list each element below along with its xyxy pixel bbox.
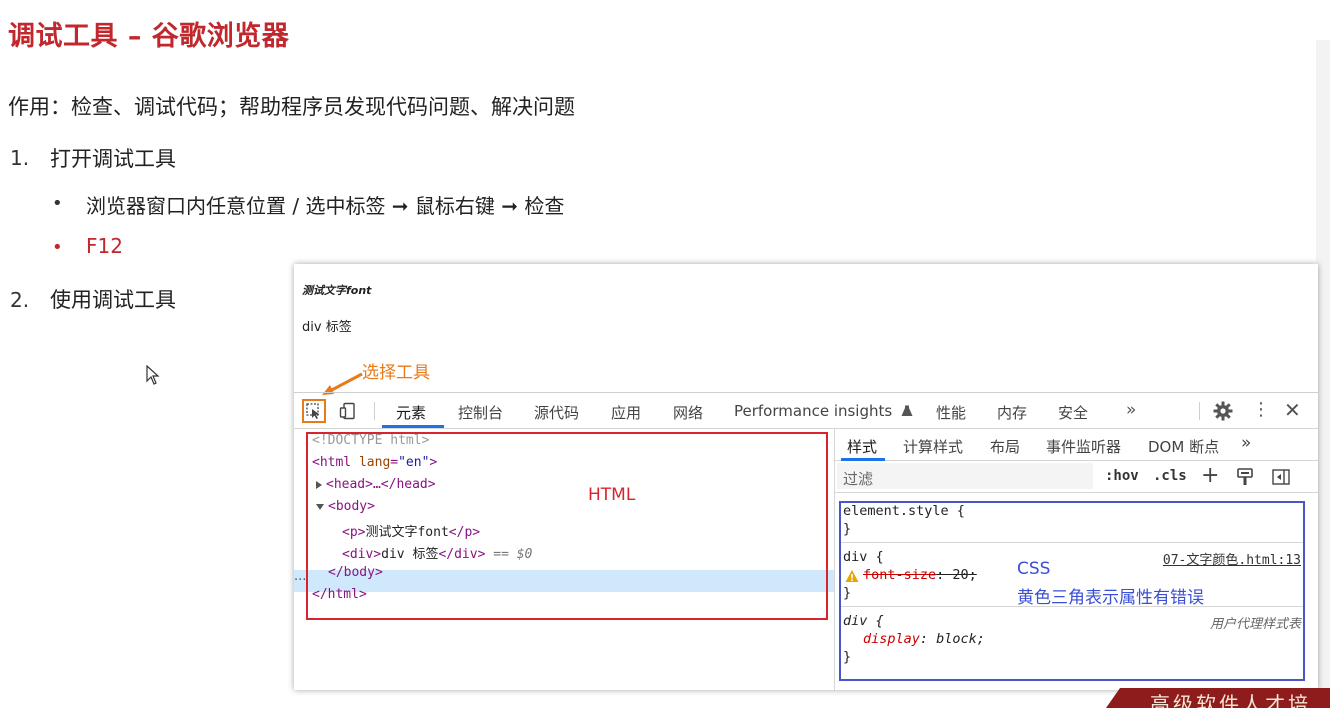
element-style-open[interactable]: element.style { — [843, 503, 965, 519]
tab-performance[interactable]: 性能 — [936, 402, 966, 423]
rule-divider — [841, 542, 1303, 543]
step-number-2: 2. — [10, 288, 30, 312]
tab-application[interactable]: 应用 — [611, 402, 641, 423]
div-rule-close: } — [843, 585, 852, 601]
display-property: display — [863, 631, 920, 647]
step-label-2: 使用调试工具 — [50, 288, 176, 312]
flask-icon — [901, 405, 913, 416]
bad-value: : 20; — [936, 567, 977, 583]
tab-elements[interactable]: 元素 — [396, 402, 426, 423]
toolbar-divider — [374, 402, 375, 420]
scrollbar-edge[interactable] — [1316, 40, 1330, 688]
active-tab-indicator — [382, 425, 444, 428]
elements-tree: ··· <!DOCTYPE html> <html lang="en"> <he… — [294, 429, 834, 690]
devtools-tabbar: 元素 控制台 源代码 应用 网络 Performance insights 性能… — [294, 393, 1318, 429]
styles-filter-input[interactable] — [837, 463, 1093, 489]
ua-div-rule-open: div { — [843, 613, 884, 629]
css-annotation: CSS — [1017, 559, 1051, 579]
styles-filter-row: 过滤 :hov .cls + — [835, 461, 1318, 493]
css-highlight-box: element.style { } div { 07-文字颜色.html:13 … — [839, 501, 1305, 681]
css-error-annotation: 黄色三角表示属性有错误 — [1017, 588, 1204, 608]
bullet-text-2: F12 — [86, 234, 123, 258]
more-subtabs-button[interactable]: » — [1241, 433, 1251, 453]
subtab-dom-breakpoints[interactable]: DOM 断点 — [1148, 436, 1219, 457]
bad-property: font-size — [863, 567, 937, 583]
devtools-screenshot: 测试文字font div 标签 选择工具 元素 控制台 源代码 应用 网络 Pe… — [294, 264, 1318, 690]
kebab-menu-icon[interactable]: ⋮ — [1252, 399, 1270, 420]
bullet-marker-2: • — [52, 237, 63, 258]
display-value: : block; — [919, 631, 985, 647]
tab-memory[interactable]: 内存 — [997, 402, 1027, 423]
brand-banner: 高级软件人才培 — [1106, 688, 1330, 708]
tab-performance-insights[interactable]: Performance insights — [734, 402, 913, 420]
tab-console[interactable]: 控制台 — [458, 402, 503, 423]
ua-div-selector: div { — [843, 613, 884, 629]
html-annotation: HTML — [588, 485, 636, 505]
warning-triangle-icon[interactable] — [845, 569, 859, 583]
step-number-1: 1. — [10, 146, 30, 170]
subtab-styles[interactable]: 样式 — [847, 436, 877, 457]
page-div: div 标签 — [302, 320, 352, 335]
select-element-icon — [306, 403, 320, 419]
tab-sources[interactable]: 源代码 — [534, 402, 579, 423]
brand-banner-text: 高级软件人才培 — [1150, 692, 1311, 708]
step-label-1: 打开调试工具 — [50, 147, 176, 171]
bad-declaration[interactable]: font-size: 20; — [863, 567, 977, 583]
select-element-button[interactable] — [302, 399, 326, 423]
div-rule-open[interactable]: div { — [843, 549, 884, 565]
subtab-computed[interactable]: 计算样式 — [903, 436, 963, 457]
tab-security[interactable]: 安全 — [1058, 402, 1088, 423]
slide-title: 调试工具 – 谷歌浏览器 — [8, 21, 290, 52]
source-file-link[interactable]: 07-文字颜色.html:13 — [1163, 549, 1301, 568]
filter-placeholder: 过滤 — [843, 470, 874, 488]
purpose-text: 作用：检查、调试代码；帮助程序员发现代码问题、解决问题 — [8, 95, 575, 119]
hov-button[interactable]: :hov — [1105, 468, 1139, 484]
subtab-layout[interactable]: 布局 — [990, 436, 1020, 457]
element-style-close: } — [843, 521, 852, 537]
html-highlight-box — [306, 432, 828, 620]
tab-performance-insights-label: Performance insights — [734, 402, 893, 420]
styles-subtabs: 样式 计算样式 布局 事件监听器 DOM 断点 » — [835, 429, 1318, 461]
mouse-pointer-icon — [146, 365, 160, 385]
device-toolbar-button[interactable] — [336, 399, 360, 423]
device-mode-icon — [339, 402, 355, 420]
new-rule-button[interactable]: + — [1201, 463, 1219, 488]
more-tabs-button[interactable]: » — [1126, 400, 1136, 420]
bullet-text-1: 浏览器窗口内任意位置 / 选中标签 ➞ 鼠标右键 ➞ 检查 — [86, 194, 565, 218]
ua-div-rule-close: } — [843, 649, 852, 665]
bullet-marker-1: • — [52, 193, 63, 214]
user-agent-stylesheet-label: 用户代理样式表 — [1209, 617, 1301, 632]
select-tool-annotation: 选择工具 — [362, 363, 430, 383]
devtools-panel: 元素 控制台 源代码 应用 网络 Performance insights 性能… — [294, 392, 1318, 690]
cls-button[interactable]: .cls — [1153, 468, 1187, 484]
tab-network[interactable]: 网络 — [673, 402, 703, 423]
display-declaration: display: block; — [863, 631, 985, 647]
toolbar-divider-right — [1199, 402, 1200, 420]
gear-icon[interactable] — [1212, 400, 1234, 422]
sidebar-toggle-icon[interactable] — [1271, 467, 1291, 487]
paint-brush-icon[interactable] — [1235, 467, 1255, 487]
node-actions-dots[interactable]: ··· — [294, 573, 306, 588]
close-icon[interactable]: ✕ — [1284, 398, 1301, 422]
styles-pane: 样式 计算样式 布局 事件监听器 DOM 断点 » 过滤 :hov .cls + — [834, 429, 1318, 690]
subtab-event-listeners[interactable]: 事件监听器 — [1046, 436, 1121, 457]
page-paragraph: 测试文字font — [302, 284, 372, 297]
